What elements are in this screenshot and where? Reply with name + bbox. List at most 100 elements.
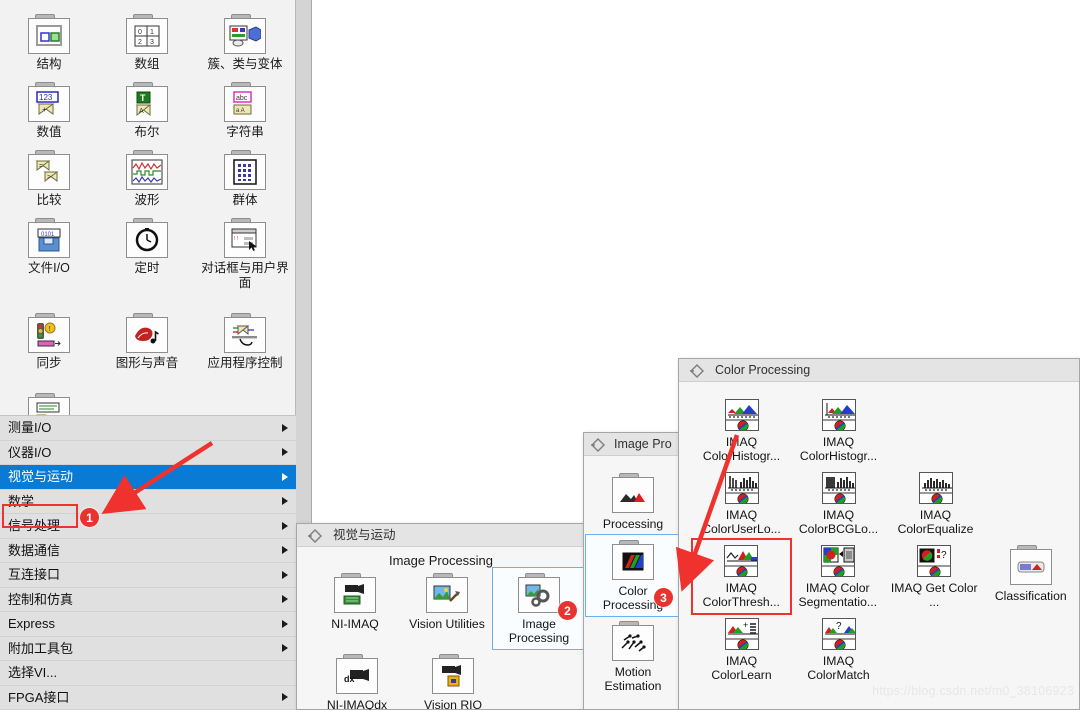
cp-item-label: IMAQ ColorHistogr... (799, 435, 878, 463)
svg-text:0: 0 (138, 29, 142, 36)
subpalette-titlebar[interactable]: 视觉与运动 (297, 524, 585, 547)
subpalette-body: IMAQ ColorHistogr... IMAQ ColorHistogr..… (679, 382, 1079, 692)
palette-item-structures[interactable]: 结构 (0, 6, 98, 74)
palette-item-timing[interactable]: 定时 (98, 210, 196, 293)
image-processing-subpalette: Image Pro Processing Color Processing Mo… (583, 432, 683, 710)
palette-item-collection[interactable]: 群体 (196, 142, 294, 210)
cp-item-colorbcglookup[interactable]: IMAQ ColorBCGLo... (790, 467, 887, 540)
menu-item-8[interactable]: Express (0, 612, 296, 637)
palette-item-dialog-user-interface[interactable]: ! ! 对话框与用户界面 (196, 210, 294, 293)
imaq-colorthreshold-icon (724, 545, 759, 577)
cp-item-label: IMAQ ColorHistogr... (702, 435, 781, 463)
palette-item-application-control[interactable]: 应用程序控制 (196, 305, 294, 373)
imaq-colorbcglookup-icon (821, 472, 856, 504)
palette-icon-grid: 结构 0 1 2 3 数组 簇、类与变体 123 + 数值 T A 布尔 abc… (0, 0, 296, 453)
palette-item-string[interactable]: abc a A 字符串 (196, 74, 294, 142)
ip-item-label: Motion Estimation (604, 665, 662, 693)
palette-item-label: 比较 (36, 193, 62, 207)
menu-item-11[interactable]: FPGA接口 (0, 686, 296, 710)
cp-item-label: Classification (994, 589, 1067, 603)
palette-item-graphics-sound[interactable]: 图形与声音 (98, 305, 196, 373)
chevron-right-icon (282, 472, 288, 481)
subpalette-row: Processing (584, 468, 682, 535)
pin-icon[interactable] (689, 363, 705, 378)
menu-item-2[interactable]: 视觉与运动 (0, 465, 296, 490)
palette-item-label: 波形 (134, 193, 160, 207)
menu-item-label: 信号处理 (8, 518, 61, 533)
chevron-right-icon (282, 595, 288, 604)
vision-utilities-folder-icon (426, 573, 468, 613)
subpalette-titlebar[interactable]: Color Processing (679, 359, 1079, 382)
cp-item-colorthreshold[interactable]: IMAQ ColorThresh... (691, 538, 792, 615)
svg-text:!: ! (49, 326, 51, 333)
palette-item-numeric[interactable]: 123 + 数值 (0, 74, 98, 142)
menu-item-label: 互连接口 (8, 567, 61, 582)
palette-item-cluster-class-variant[interactable]: 簇、类与变体 (196, 6, 294, 74)
menu-item-6[interactable]: 互连接口 (0, 563, 296, 588)
imaq-colorsegmentation-icon (820, 545, 855, 577)
cp-item-label: IMAQ ColorLearn (711, 654, 772, 682)
cp-item-getcolor[interactable]: ? IMAQ Get Color ... (886, 540, 983, 613)
vm-item-vision-utilities[interactable]: Vision Utilities (401, 568, 493, 649)
subpalette-title-label: Color Processing (715, 363, 811, 377)
pin-icon[interactable] (590, 437, 606, 452)
menu-item-label: FPGA接口 (8, 689, 70, 705)
menu-item-label: 选择VI... (8, 665, 58, 680)
imaq-colorlearn-icon: + (724, 618, 759, 650)
palette-item-label: 数值 (36, 125, 62, 139)
menu-item-4[interactable]: 信号处理 (0, 514, 296, 539)
subpalette-title-label: Image Pro (614, 437, 672, 451)
menu-item-label: 仪器I/O (8, 444, 52, 460)
cp-item-colormatch[interactable]: ? IMAQ ColorMatch (790, 613, 887, 686)
palette-row: 123 + 数值 T A 布尔 abc a A 字符串 (0, 74, 296, 142)
menu-item-5[interactable]: 数据通信 (0, 539, 296, 563)
cp-item-colorhistograph[interactable]: IMAQ ColorHistogr... (790, 394, 887, 467)
cp-item-classification[interactable]: Classification (983, 540, 1080, 613)
menu-item-label: Express (8, 616, 55, 631)
chevron-right-icon (282, 521, 288, 530)
cp-item-colorequalize[interactable]: IMAQ ColorEqualize (887, 467, 984, 540)
cp-item-colorsegmentation[interactable]: IMAQ Color Segmentatio... (790, 540, 887, 613)
menu-item-label: 视觉与运动 (8, 469, 74, 484)
menu-item-7[interactable]: 控制和仿真 (0, 588, 296, 612)
palette-item-boolean[interactable]: T A 布尔 (98, 74, 196, 142)
dialog-user-interface-folder-icon: ! ! (224, 218, 266, 258)
menu-item-10[interactable]: 选择VI... (0, 661, 296, 686)
subpalette-titlebar[interactable]: Image Pro (584, 433, 682, 456)
svg-text:+: + (743, 620, 748, 630)
menu-item-1[interactable]: 仪器I/O (0, 441, 296, 465)
image-processing-folder-icon (518, 573, 560, 613)
cp-item-colorlearn[interactable]: + IMAQ ColorLearn (693, 613, 790, 686)
svg-text:3: 3 (150, 39, 154, 46)
palette-item-file-io[interactable]: 0101 文件I/O (0, 210, 98, 293)
palette-row: 结构 0 1 2 3 数组 簇、类与变体 (0, 6, 296, 74)
vm-item-label: Image Processing (508, 617, 570, 645)
menu-item-label: 数学 (8, 493, 35, 509)
palette-item-synchronization[interactable]: ! 同步 (0, 305, 98, 373)
cp-item-coloruserlookup[interactable]: IMAQ ColorUserLo... (693, 467, 790, 540)
menu-item-0[interactable]: 测量I/O (0, 416, 296, 441)
palette-item-waveform[interactable]: 波形 (98, 142, 196, 210)
vision-motion-subpalette: 视觉与运动 Image Processing NI-IMAQ Vision Ut… (296, 523, 586, 710)
pin-icon[interactable] (307, 528, 323, 543)
menu-item-9[interactable]: 附加工具包 (0, 637, 296, 661)
vm-item-ni-imaq[interactable]: NI-IMAQ (309, 568, 401, 649)
menu-item-3[interactable]: 数学 (0, 490, 296, 514)
step-badge-2: 2 (558, 601, 577, 620)
palette-item-array[interactable]: 0 1 2 3 数组 (98, 6, 196, 74)
cp-item-colorhistogram[interactable]: IMAQ ColorHistogr... (693, 394, 790, 467)
imaq-coloruserlookup-icon (724, 472, 759, 504)
ni-imaqdx-folder-icon: dx (336, 654, 378, 694)
chevron-right-icon (282, 546, 288, 555)
ip-item-processing[interactable]: Processing (586, 468, 680, 535)
palette-item-comparison[interactable]: = > 比较 (0, 142, 98, 210)
vm-item-ni-imaqdx[interactable]: dx NI-IMAQdx (309, 649, 405, 710)
subpalette-title-label: 视觉与运动 (333, 528, 396, 542)
vm-item-vision-rio[interactable]: Vision RIO (405, 649, 501, 710)
cp-item-label: IMAQ Color Segmentatio... (798, 581, 878, 609)
boolean-folder-icon: T A (126, 82, 168, 122)
motion-estimation-folder-icon (612, 621, 654, 661)
svg-text:T: T (140, 93, 146, 103)
ip-item-motion-estimation[interactable]: Motion Estimation (586, 616, 680, 697)
labview-functions-palette-screen: 结构 0 1 2 3 数组 簇、类与变体 123 + 数值 T A 布尔 abc… (0, 0, 1080, 710)
